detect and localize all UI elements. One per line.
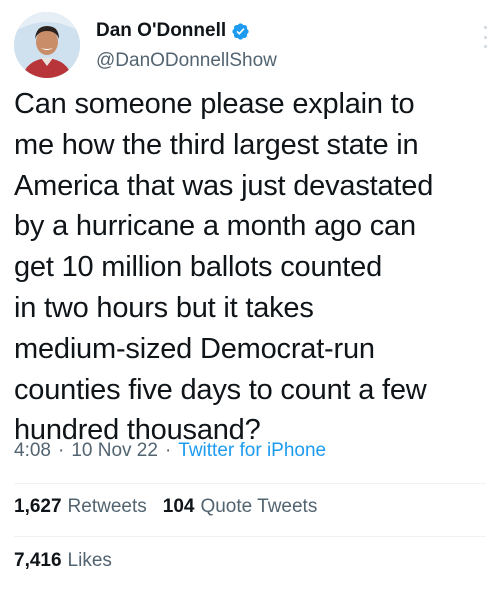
tweet-source-link[interactable]: Twitter for iPhone bbox=[178, 440, 326, 462]
handle[interactable]: @DanODonnellShow bbox=[96, 50, 277, 72]
retweets-stat[interactable]: 1,627 Retweets bbox=[14, 496, 147, 518]
likes-row: 7,416 Likes bbox=[14, 550, 112, 572]
tweet-text: Can someone please explain to me how the… bbox=[14, 88, 434, 447]
likes-label: Likes bbox=[67, 550, 112, 571]
display-name[interactable]: Dan O'Donnell bbox=[96, 20, 226, 42]
verified-badge-icon bbox=[231, 22, 250, 41]
tweet-time[interactable]: 4:08 bbox=[14, 440, 51, 462]
likes-count: 7,416 bbox=[14, 550, 62, 571]
engagement-row: 1,627 Retweets 104 Quote Tweets bbox=[14, 496, 317, 518]
quote-tweets-stat[interactable]: 104 Quote Tweets bbox=[163, 496, 318, 518]
avatar-image bbox=[14, 12, 80, 78]
avatar[interactable] bbox=[14, 12, 80, 78]
tweet-meta: 4:08 · 10 Nov 22 · Twitter for iPhone bbox=[14, 440, 326, 462]
quote-tweets-label: Quote Tweets bbox=[200, 496, 318, 517]
divider bbox=[14, 536, 486, 537]
meta-separator: · bbox=[57, 440, 65, 461]
meta-separator: · bbox=[164, 440, 172, 461]
tweet-date[interactable]: 10 Nov 22 bbox=[71, 440, 158, 462]
likes-stat[interactable]: 7,416 Likes bbox=[14, 550, 112, 572]
name-row: Dan O'Donnell bbox=[96, 20, 250, 42]
divider bbox=[14, 483, 486, 484]
more-options-icon[interactable] bbox=[482, 26, 488, 48]
tweet-header: Dan O'Donnell @DanODonnellShow bbox=[14, 10, 488, 82]
retweets-count: 1,627 bbox=[14, 496, 62, 517]
tweet-card: Dan O'Donnell @DanODonnellShow Can someo… bbox=[0, 0, 500, 589]
retweets-label: Retweets bbox=[67, 496, 147, 517]
quote-tweets-count: 104 bbox=[162, 496, 195, 517]
